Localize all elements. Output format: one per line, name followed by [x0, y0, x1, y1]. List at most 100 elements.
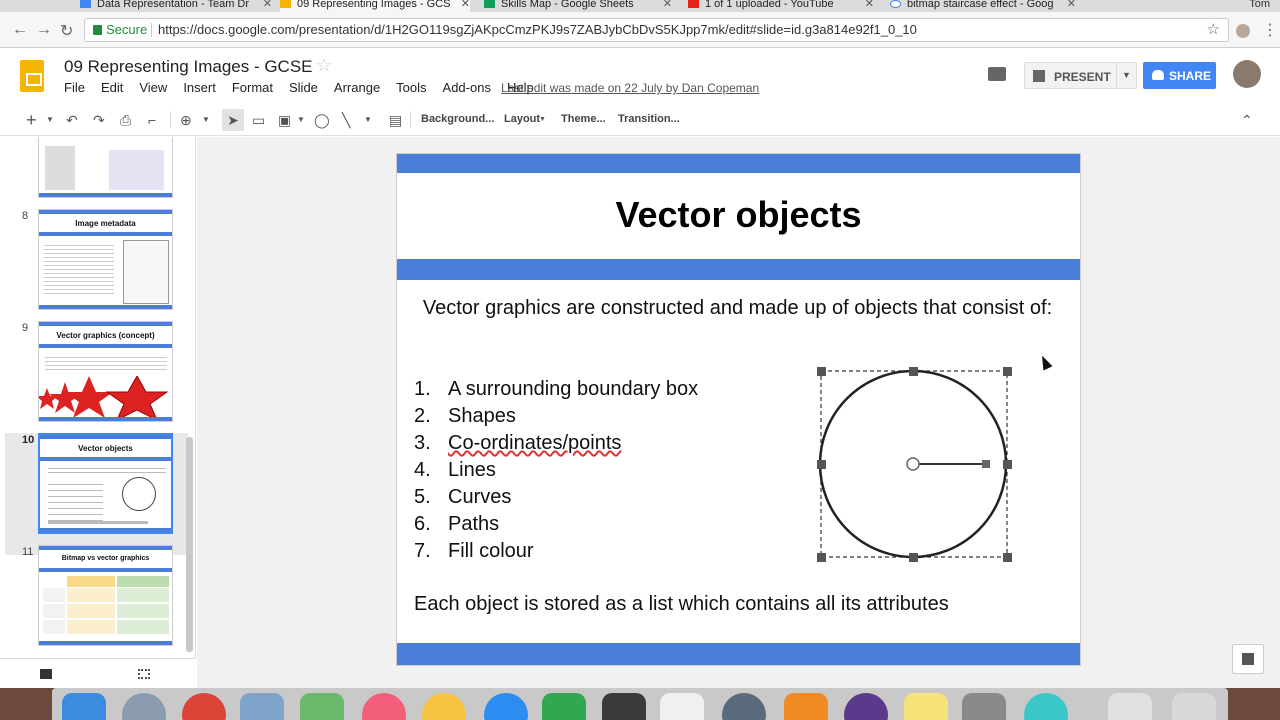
document-title[interactable]: 09 Representing Images - GCSE: [64, 57, 313, 77]
list-view-icon[interactable]: [40, 669, 52, 679]
comments-icon[interactable]: [988, 67, 1006, 81]
sublime-icon[interactable]: [602, 693, 646, 720]
browser-user-name[interactable]: Tom: [1249, 0, 1270, 10]
slide-list[interactable]: 1. A surrounding boundary box 2. Shapes 3.…: [414, 376, 698, 565]
browser-tab-1[interactable]: Data Representation - Team Dr ✕: [80, 0, 272, 12]
line-handle[interactable]: [982, 460, 990, 468]
tab-label: 1 of 1 uploaded - YouTube: [705, 0, 834, 10]
vlc-icon[interactable]: [784, 693, 828, 720]
zoom-icon[interactable]: ⊕: [180, 111, 192, 129]
shape-icon[interactable]: ◯: [314, 111, 330, 129]
menu-slide[interactable]: Slide: [289, 80, 318, 95]
present-dropdown-icon[interactable]: ▼: [1116, 63, 1136, 88]
slide-thumbnail-9[interactable]: Vector graphics (concept): [38, 321, 173, 422]
mail-icon[interactable]: [240, 693, 284, 720]
slide-thumbnail-10[interactable]: Vector objects: [38, 433, 173, 534]
share-button[interactable]: SHARE: [1143, 62, 1216, 89]
close-tab-icon[interactable]: ✕: [1067, 0, 1076, 10]
present-button[interactable]: PRESENT ▼: [1024, 62, 1137, 89]
background-button[interactable]: Background...: [421, 113, 494, 125]
python-icon[interactable]: [660, 693, 704, 720]
downloads-icon[interactable]: [1108, 693, 1152, 720]
resize-handle[interactable]: [817, 460, 826, 469]
explore-icon[interactable]: [1232, 644, 1264, 674]
system-preferences-icon[interactable]: [962, 693, 1006, 720]
forward-icon[interactable]: →: [36, 21, 52, 39]
slide-intro-text[interactable]: Vector graphics are constructed and made…: [415, 295, 1060, 322]
layout-button[interactable]: Layout: [504, 113, 540, 125]
line-icon[interactable]: ╲: [342, 111, 350, 129]
add-comment-icon[interactable]: ▤: [389, 111, 402, 129]
slide-number: 9: [22, 322, 29, 334]
theme-button[interactable]: Theme...: [561, 113, 606, 125]
new-slide-dropdown-icon[interactable]: ▼: [46, 111, 54, 129]
bookmark-star-icon[interactable]: ☆: [1207, 19, 1220, 41]
resize-handle[interactable]: [909, 367, 918, 376]
menu-insert[interactable]: Insert: [183, 80, 216, 95]
close-tab-icon[interactable]: ✕: [663, 0, 672, 10]
url-input[interactable]: Secure https://docs.google.com/presentat…: [84, 18, 1229, 42]
menu-format[interactable]: Format: [232, 80, 273, 95]
editor-toolbar: + ▼ ↶ ↷ ⎙ ⌐ ⊕ ▼ ➤ ▭ ▣ ▼ ◯ ╲ ▼ ▤ Backgrou…: [0, 104, 1280, 136]
zoom-dropdown-icon[interactable]: ▼: [202, 111, 210, 129]
finder-icon[interactable]: [62, 693, 106, 720]
last-edit-link[interactable]: Last edit was made on 22 July by Dan Cop…: [501, 81, 759, 95]
slides-logo-icon[interactable]: [20, 60, 44, 92]
new-slide-icon[interactable]: +: [26, 111, 37, 129]
slide-thumbnail-7[interactable]: [38, 137, 173, 198]
paint-format-icon[interactable]: ⌐: [148, 111, 156, 129]
stickies-icon[interactable]: [904, 693, 948, 720]
print-icon[interactable]: ⎙: [120, 111, 131, 129]
slide-footer-text[interactable]: Each object is stored as a list which co…: [414, 593, 949, 616]
select-tool-icon[interactable]: ➤: [222, 109, 244, 131]
resize-handle[interactable]: [1003, 367, 1012, 376]
menu-tools[interactable]: Tools: [396, 80, 426, 95]
resize-handle[interactable]: [817, 367, 826, 376]
undo-icon[interactable]: ↶: [66, 111, 78, 129]
current-slide[interactable]: Vector objects Vector graphics are const…: [396, 153, 1081, 666]
menu-arrange[interactable]: Arrange: [334, 80, 380, 95]
browser-menu-icon[interactable]: ⋮: [1262, 20, 1278, 40]
image-dropdown-icon[interactable]: ▼: [297, 111, 305, 129]
star-icon[interactable]: ☆: [316, 55, 332, 76]
image-icon[interactable]: ▣: [278, 111, 291, 129]
slide-thumbnail-11[interactable]: Bitmap vs vector graphics: [38, 545, 173, 646]
maps-icon[interactable]: [300, 693, 344, 720]
menu-edit[interactable]: Edit: [101, 80, 123, 95]
list-item: 7. Fill colour: [414, 538, 698, 565]
slide-thumbnail-8[interactable]: Image metadata: [38, 209, 173, 310]
filmstrip-scrollbar[interactable]: [186, 437, 193, 652]
line-dropdown-icon[interactable]: ▼: [364, 111, 372, 129]
transition-button[interactable]: Transition...: [618, 113, 680, 125]
back-icon[interactable]: ←: [12, 21, 28, 39]
browser-tab-2[interactable]: 09 Representing Images - GCS ✕: [280, 0, 470, 12]
trash-icon[interactable]: [1172, 693, 1216, 720]
layout-dropdown-icon[interactable]: ▼: [539, 111, 546, 129]
text-box-icon[interactable]: ▭: [252, 111, 265, 129]
reload-icon[interactable]: ↻: [60, 21, 73, 41]
collapse-toolbar-icon[interactable]: ⌃: [1241, 111, 1253, 129]
resize-handle[interactable]: [1003, 553, 1012, 562]
close-tab-icon[interactable]: ✕: [461, 0, 470, 10]
close-tab-icon[interactable]: ✕: [865, 0, 874, 10]
selected-circle-object[interactable]: [807, 364, 1017, 564]
avatar[interactable]: [1233, 60, 1261, 88]
browser-tab-4[interactable]: 1 of 1 uploaded - YouTube ✕: [688, 0, 874, 12]
browser-tab-5[interactable]: bitmap staircase effect - Goog ✕: [890, 0, 1076, 12]
browser-tab-3[interactable]: Skills Map - Google Sheets ✕: [484, 0, 672, 12]
pycharm-icon[interactable]: [542, 693, 586, 720]
menu-file[interactable]: File: [64, 80, 85, 95]
grid-view-icon[interactable]: [138, 669, 150, 679]
resize-handle[interactable]: [1003, 460, 1012, 469]
close-tab-icon[interactable]: ✕: [263, 0, 272, 10]
menu-add-ons[interactable]: Add-ons: [443, 80, 491, 95]
redo-icon[interactable]: ↷: [93, 111, 105, 129]
google-icon: [890, 0, 901, 8]
extension-icon[interactable]: [1236, 24, 1250, 38]
resize-handle[interactable]: [817, 553, 826, 562]
menu-view[interactable]: View: [139, 80, 167, 95]
slide-number: 10: [22, 434, 35, 446]
resize-handle[interactable]: [909, 553, 918, 562]
rotation-handle[interactable]: [906, 457, 920, 471]
slide-title[interactable]: Vector objects: [397, 194, 1080, 236]
